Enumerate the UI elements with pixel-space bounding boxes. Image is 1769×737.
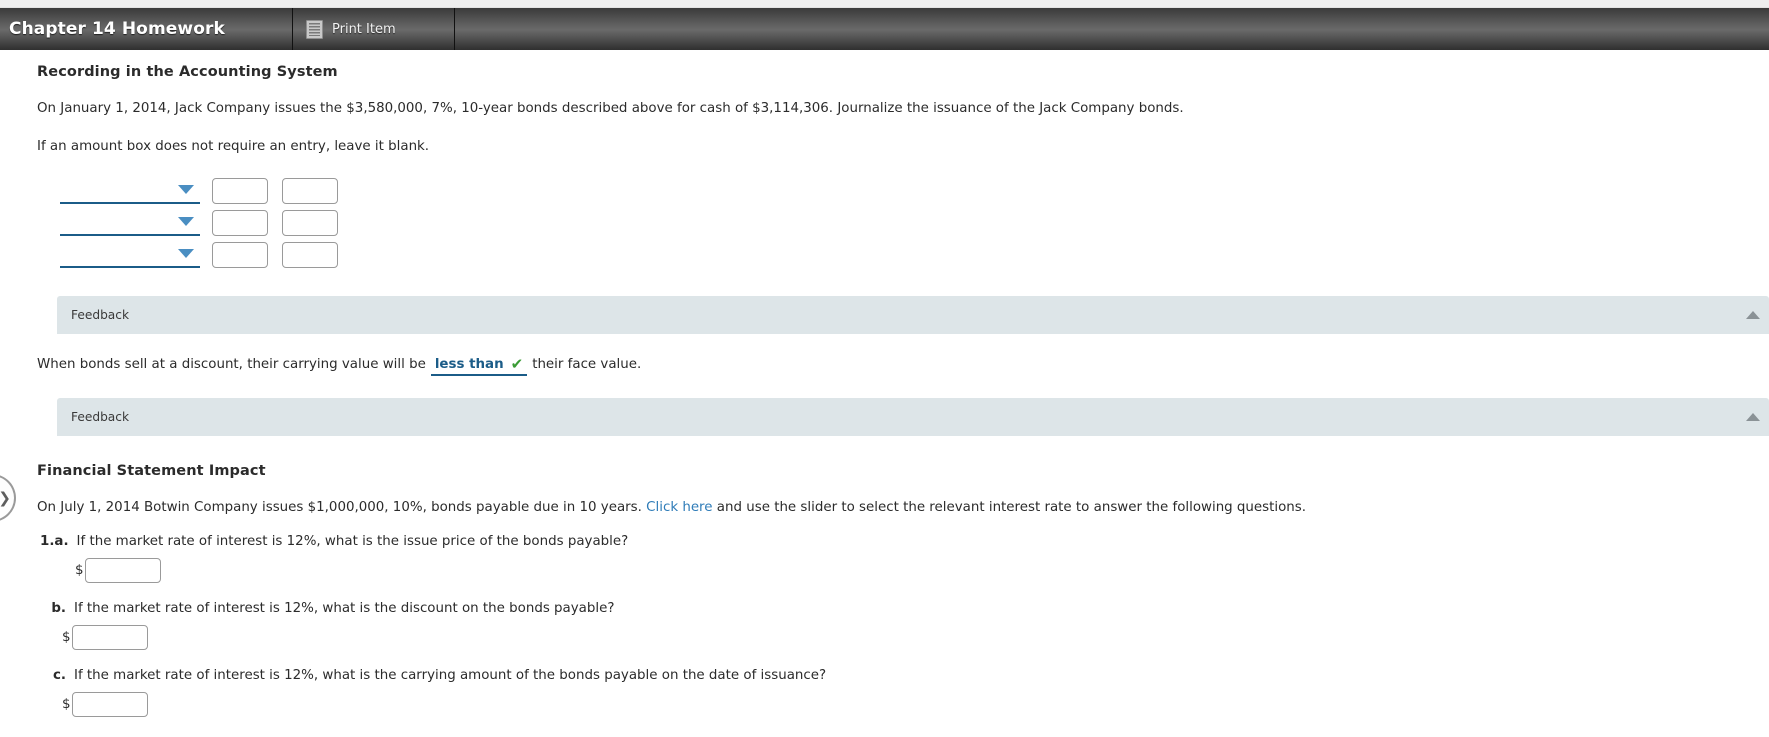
- feedback-panel-2[interactable]: Feedback: [57, 397, 1769, 436]
- debit-input-2[interactable]: [212, 209, 268, 236]
- answer-row-1a: $: [0, 549, 1769, 584]
- print-item-button[interactable]: Print Item: [293, 8, 455, 50]
- question-item-1a: 1.a. If the market rate of interest is 1…: [0, 516, 1769, 549]
- check-icon: ✔: [510, 354, 524, 373]
- question-text: If the market rate of interest is 12%, w…: [74, 668, 827, 684]
- discount-sentence: When bonds sell at a discount, their car…: [0, 334, 1769, 376]
- question-item-1c: c. If the market rate of interest is 12%…: [0, 650, 1769, 683]
- question-number: c.: [52, 668, 66, 684]
- debit-input-3[interactable]: [212, 241, 268, 268]
- chevron-down-icon: [178, 216, 194, 226]
- discount-answer-select[interactable]: less than ✔: [430, 354, 528, 376]
- credit-input-1[interactable]: [282, 177, 338, 204]
- recording-section-title: Recording in the Accounting System: [37, 64, 338, 80]
- credit-input-2[interactable]: [282, 209, 338, 236]
- journal-row: [60, 241, 1769, 274]
- credit-input-3[interactable]: [282, 241, 338, 268]
- question-text: If the market rate of interest is 12%, w…: [76, 534, 629, 550]
- question-item-1b: b. If the market rate of interest is 12%…: [0, 583, 1769, 616]
- impact-intro-before-link: On July 1, 2014 Botwin Company issues $1…: [37, 499, 642, 515]
- discount-sentence-suffix: their face value.: [532, 356, 642, 372]
- feedback-label: Feedback: [71, 409, 130, 424]
- answer-row-1c: $: [0, 683, 1769, 718]
- content-area: Recording in the Accounting System On Ja…: [0, 50, 1769, 718]
- recording-intro-text: On January 1, 2014, Jack Company issues …: [37, 101, 1184, 116]
- chevron-right-icon: ❯: [0, 490, 11, 506]
- print-item-icon: [306, 19, 323, 39]
- discount-answer-value: less than: [434, 356, 504, 372]
- page-title: Chapter 14 Homework: [9, 19, 225, 39]
- answer-row-1b: $: [0, 616, 1769, 651]
- impact-intro-text: On July 1, 2014 Botwin Company issues $1…: [0, 479, 1769, 517]
- account-select-3[interactable]: [60, 242, 200, 268]
- impact-intro-after-link: and use the slider to select the relevan…: [716, 499, 1307, 515]
- print-item-label: Print Item: [332, 21, 396, 37]
- account-select-2[interactable]: [60, 210, 200, 236]
- header-title-cell: Chapter 14 Homework: [0, 8, 293, 50]
- account-select-1[interactable]: [60, 178, 200, 204]
- page-body: ❯ Recording in the Accounting System On …: [0, 50, 1769, 737]
- header-spacer: [455, 8, 1769, 50]
- question-text: If the market rate of interest is 12%, w…: [74, 601, 615, 617]
- question-number: 1.a.: [40, 534, 69, 550]
- feedback-label: Feedback: [71, 307, 130, 322]
- chevron-down-icon: [178, 248, 194, 258]
- chevron-down-icon: [178, 184, 194, 194]
- click-here-link[interactable]: Click here: [646, 500, 712, 515]
- question-number: b.: [51, 601, 66, 617]
- debit-input-1[interactable]: [212, 177, 268, 204]
- journal-row: [60, 177, 1769, 210]
- currency-symbol: $: [62, 630, 71, 646]
- collapse-triangle-icon[interactable]: [1746, 412, 1760, 421]
- collapse-triangle-icon[interactable]: [1746, 310, 1760, 319]
- answer-input-1a[interactable]: [84, 558, 161, 584]
- answer-input-1c[interactable]: [71, 692, 148, 718]
- impact-section-title: Financial Statement Impact: [37, 462, 266, 479]
- recording-instruction-text: If an amount box does not require an ent…: [37, 138, 430, 154]
- currency-symbol: $: [62, 697, 71, 713]
- journal-row: [60, 209, 1769, 242]
- window-top-strip: [0, 0, 1769, 8]
- discount-sentence-prefix: When bonds sell at a discount, their car…: [37, 356, 426, 372]
- app-header-bar: Chapter 14 Homework Print Item: [0, 8, 1769, 50]
- feedback-panel-1[interactable]: Feedback: [57, 295, 1769, 334]
- currency-symbol: $: [75, 563, 84, 579]
- answer-input-1b[interactable]: [71, 625, 148, 651]
- journal-entry-grid: [0, 156, 1769, 274]
